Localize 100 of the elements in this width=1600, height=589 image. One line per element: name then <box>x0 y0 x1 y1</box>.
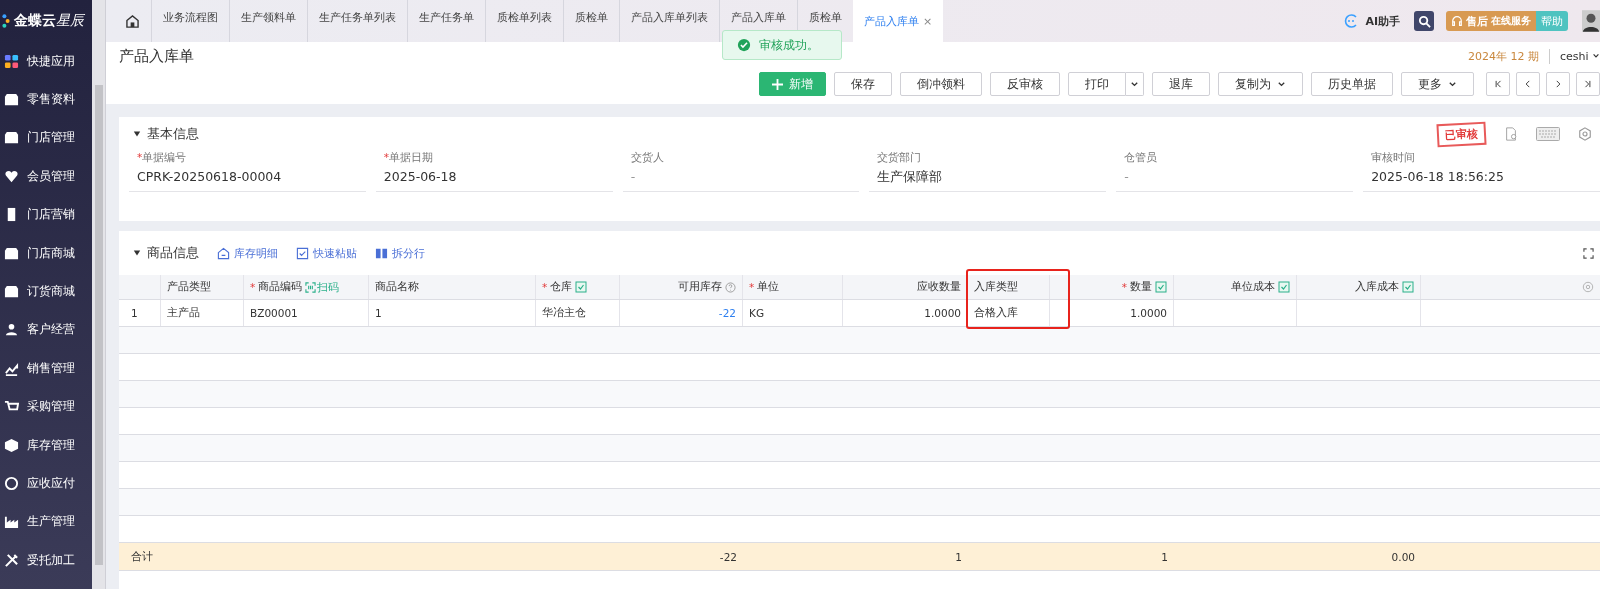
box-icon <box>4 437 19 453</box>
total-cell: 1 <box>1161 550 1168 563</box>
table-cell: 合格入库 <box>974 306 1018 320</box>
total-cell: -22 <box>719 550 737 563</box>
table-cell: 1 <box>375 307 382 319</box>
last-page-button[interactable] <box>1576 72 1600 96</box>
first-page-button[interactable] <box>1486 72 1510 96</box>
fullscreen-icon[interactable] <box>1583 247 1594 259</box>
form-field[interactable]: *单据编号 CPRK-20250618-00004 <box>129 151 366 192</box>
toolbar-button[interactable]: 打印 <box>1068 72 1126 96</box>
section-title[interactable]: 基本信息 <box>133 125 199 143</box>
page-title: 产品入库单 <box>119 46 194 66</box>
factory-icon <box>4 514 19 530</box>
dropdown-button[interactable]: 更多 <box>1401 72 1474 96</box>
column-header: 产品类型 <box>161 275 244 299</box>
apps-icon <box>4 53 19 69</box>
batch-fill-icon[interactable] <box>575 281 588 293</box>
collapse-icon <box>133 249 141 257</box>
section-title[interactable]: 商品信息 <box>133 244 199 262</box>
prev-page-button[interactable] <box>1516 72 1540 96</box>
collapse-icon <box>133 130 141 138</box>
table-cell: 华冶主仓 <box>542 306 586 320</box>
total-cell: 0.00 <box>1391 550 1415 563</box>
sidebar-item[interactable]: 会员管理 <box>0 157 92 196</box>
dropdown-button[interactable]: 复制为 <box>1218 72 1303 96</box>
table-cell: KG <box>749 307 765 319</box>
period-label: 2024年 12 期 <box>1467 48 1550 64</box>
form-field[interactable]: 交货人 - <box>622 151 860 192</box>
toolbar-button[interactable]: 倒冲领料 <box>900 72 982 96</box>
toolbar-button[interactable]: 保存 <box>834 72 892 96</box>
next-page-button[interactable] <box>1546 72 1570 96</box>
document-settings-icon[interactable] <box>1504 127 1518 141</box>
success-toast: 审核成功。 <box>722 30 842 60</box>
sidebar-item[interactable]: 订货商城 <box>0 272 92 311</box>
column-header: * 数量 <box>1050 275 1174 299</box>
sidebar-item[interactable]: 生产管理 <box>0 502 92 542</box>
toolbar-button[interactable]: 退库 <box>1152 72 1210 96</box>
sidebar-item[interactable]: 应收应付 <box>0 464 92 503</box>
help-icon[interactable] <box>725 281 736 293</box>
stock-link[interactable]: -22 <box>718 307 736 319</box>
column-header: 可用库存 <box>620 275 743 299</box>
sidebar-item[interactable]: 零售资料 <box>0 80 92 119</box>
headset-icon <box>1451 15 1463 27</box>
column-settings-icon[interactable] <box>1582 281 1594 293</box>
sidebar-item[interactable]: 库存管理 <box>0 425 92 465</box>
assistant-icon <box>1343 13 1360 29</box>
action-link[interactable]: 拆分行 <box>375 245 425 261</box>
batch-fill-icon[interactable] <box>1402 281 1414 293</box>
batch-fill-icon[interactable] <box>1155 281 1167 293</box>
column-header: * 仓库 <box>536 275 620 299</box>
approved-stamp: 已审核 <box>1436 121 1487 147</box>
scrollbar[interactable] <box>92 0 106 589</box>
column-header: 入库成本 <box>1297 275 1421 299</box>
scan-icon <box>305 281 317 293</box>
search-icon <box>1417 14 1431 28</box>
tab[interactable]: 产品入库单 × <box>853 0 944 42</box>
split-icon <box>375 246 388 260</box>
sidebar-item[interactable]: 门店商城 <box>0 233 92 273</box>
check-circle-icon <box>737 38 751 52</box>
keyboard-icon[interactable] <box>1536 127 1560 141</box>
sidebar-item[interactable]: 门店管理 <box>0 118 92 158</box>
last-arrow-icon <box>1583 78 1593 90</box>
column-header: 商品名称 <box>369 275 536 299</box>
sidebar-item[interactable]: 客户经营 <box>0 310 92 350</box>
toolbar-button[interactable]: 反审核 <box>990 72 1060 96</box>
form-field[interactable]: *单据日期 2025-06-18 <box>375 151 613 192</box>
action-link[interactable]: 库存明细 <box>217 245 278 261</box>
column-header: 应收数量 <box>843 275 968 299</box>
toolbar-button[interactable]: 历史单据 <box>1311 72 1393 96</box>
action-link[interactable]: 快速粘贴 <box>296 245 357 261</box>
sidebar-item[interactable]: 采购管理 <box>0 387 92 426</box>
sidebar-item[interactable]: 销售管理 <box>0 349 92 388</box>
caret-icon <box>1277 79 1286 89</box>
sidebar-item[interactable]: 快捷应用 <box>0 42 92 81</box>
sidebar-item[interactable]: 门店营销 <box>0 195 92 234</box>
form-field[interactable]: 仓管员 - <box>1116 151 1354 192</box>
close-icon[interactable]: × <box>923 14 933 28</box>
logo-icon <box>2 12 10 30</box>
user-icon <box>4 322 19 338</box>
batch-fill-icon[interactable] <box>1278 281 1290 293</box>
search-button[interactable] <box>1414 11 1434 31</box>
total-label: 合计 <box>131 549 153 564</box>
caret-icon <box>1448 79 1457 89</box>
sidebar-item[interactable]: 受托加工 <box>0 541 92 580</box>
home-icon[interactable] <box>126 14 139 28</box>
column-header: * 单位 <box>743 275 843 299</box>
form-field[interactable]: 交货部门 生产保障部 <box>869 151 1107 192</box>
avatar-icon[interactable] <box>1582 9 1600 33</box>
row-number: 1 <box>131 307 138 319</box>
table-cell: 1.0000 <box>924 307 961 319</box>
tools-icon <box>4 552 19 568</box>
ai-assistant-link[interactable]: AI助手 <box>1365 13 1400 29</box>
column-header: * 商品编码 扫码 <box>244 275 369 299</box>
check-icon <box>296 246 309 260</box>
settings-icon[interactable] <box>1578 127 1592 141</box>
table-cell: 1.0000 <box>1130 307 1167 319</box>
user-menu[interactable]: ceshi <box>1559 49 1600 63</box>
dropdown-button[interactable] <box>1126 72 1144 96</box>
coin-icon <box>4 476 19 491</box>
form-field[interactable]: 审核时间 2025-06-18 18:56:25 <box>1363 151 1600 192</box>
